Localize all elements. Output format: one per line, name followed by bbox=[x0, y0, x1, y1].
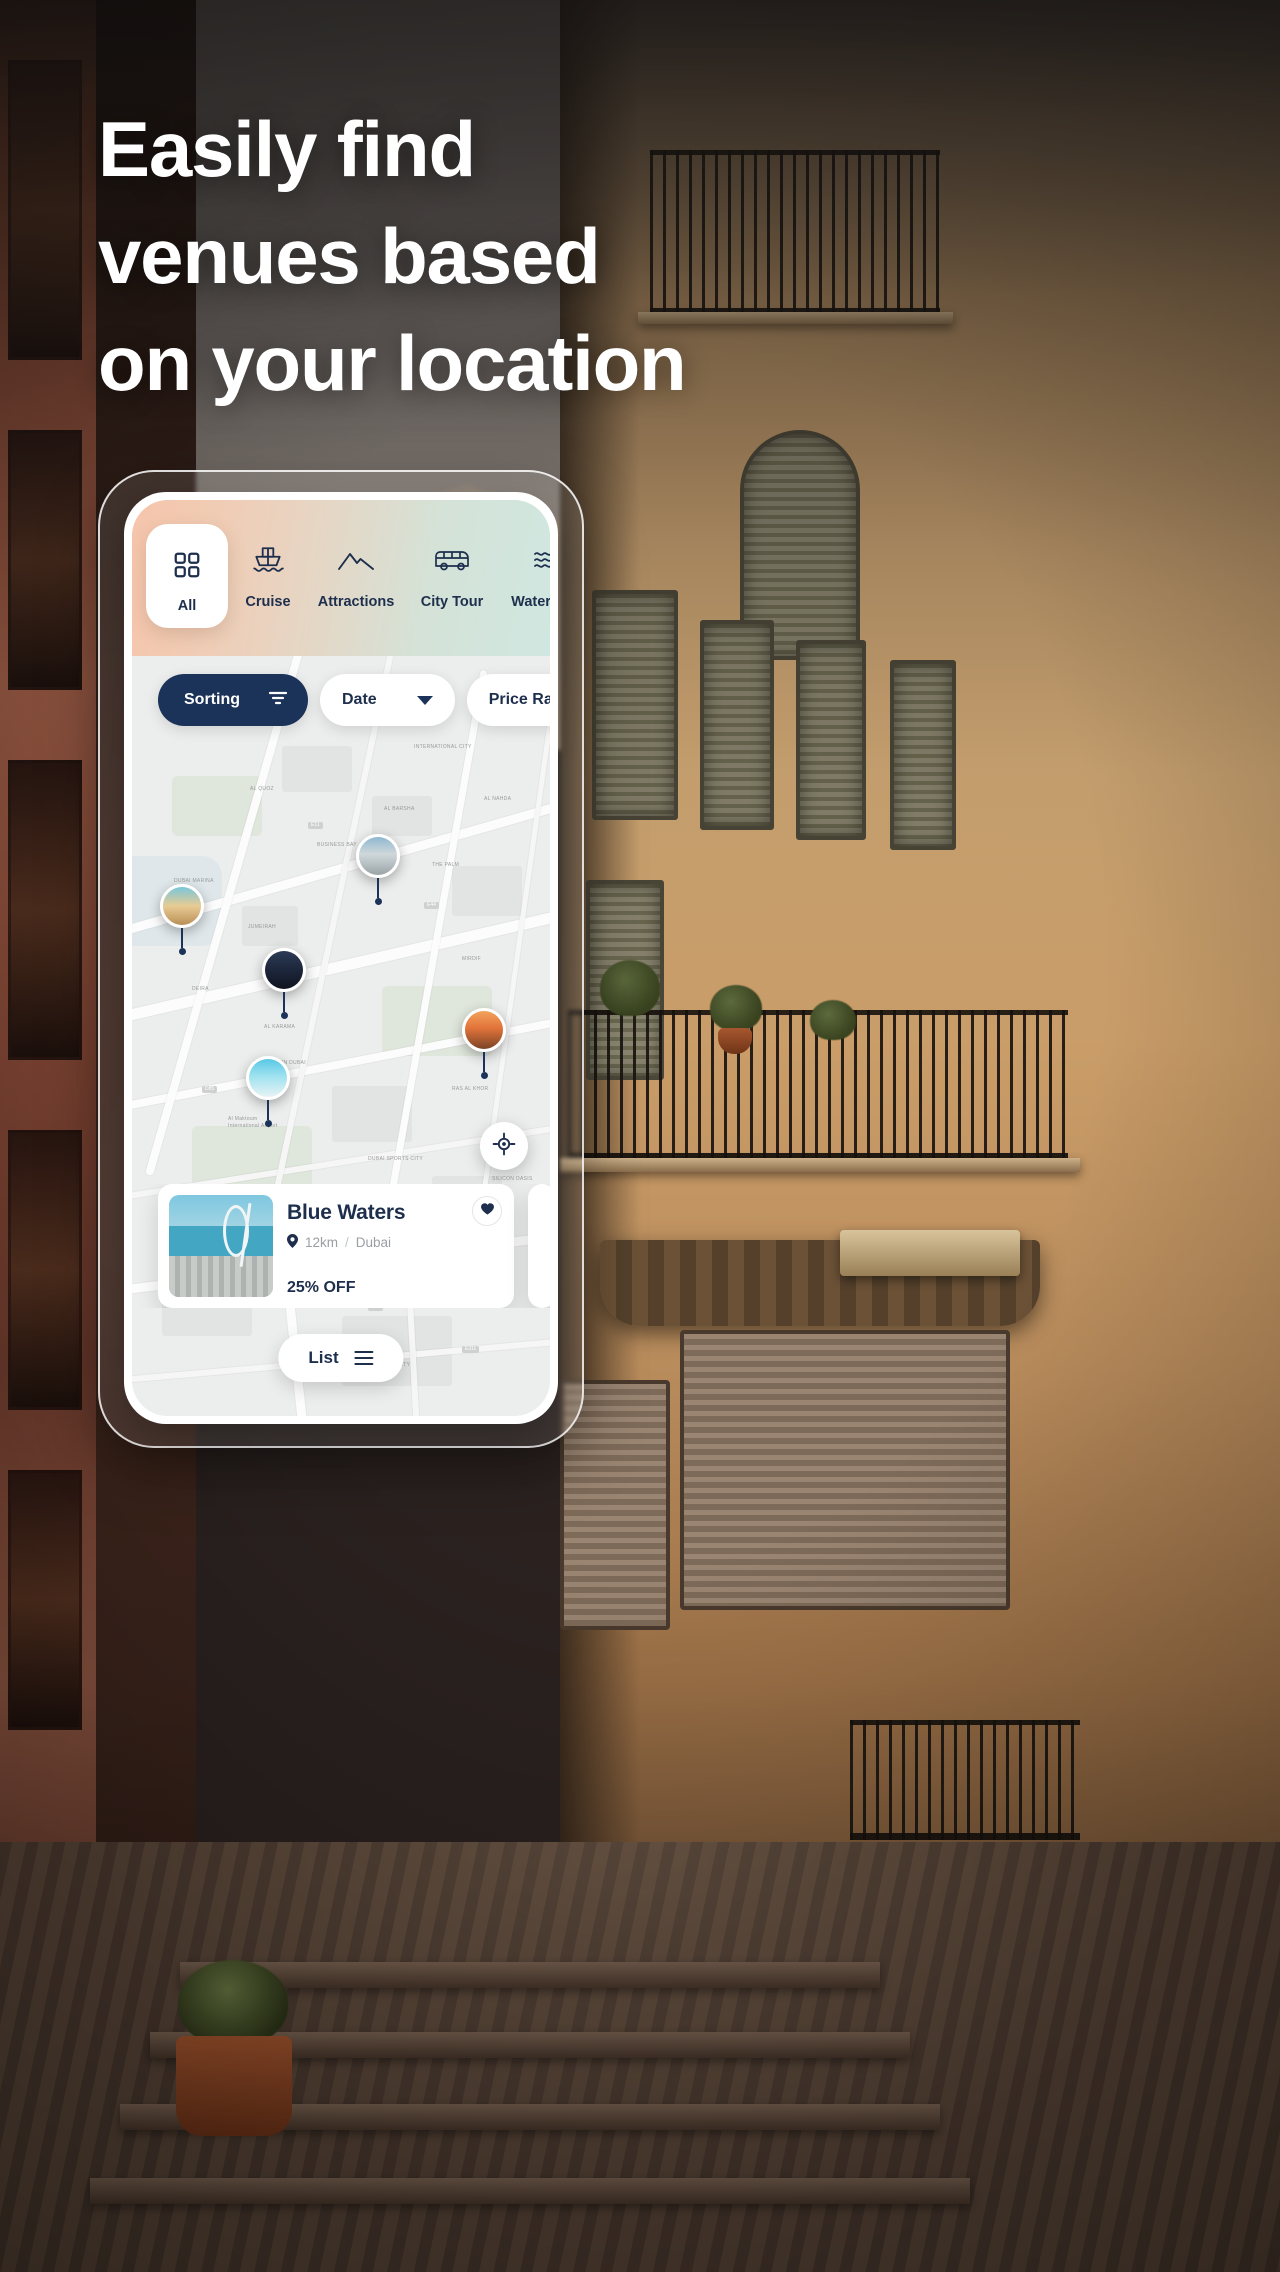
heart-icon bbox=[480, 1202, 494, 1220]
map-label: MIRDIF bbox=[462, 956, 482, 962]
pin-dot bbox=[178, 948, 186, 955]
filter-icon bbox=[268, 690, 288, 711]
screenshot-root: Easily find venues based on your locatio… bbox=[0, 0, 1280, 2272]
category-tab-all[interactable]: All bbox=[146, 524, 228, 628]
map-label: JUMEIRAH bbox=[248, 924, 276, 930]
filter-sorting[interactable]: Sorting bbox=[158, 674, 308, 726]
crosshair-icon bbox=[492, 1132, 516, 1161]
venue-card-rail[interactable]: Blue Waters 12km / Dubai 25% OFF bbox=[132, 1184, 550, 1308]
favorite-button[interactable] bbox=[472, 1196, 502, 1226]
map-pin-night[interactable] bbox=[262, 948, 306, 1019]
category-tab-bar: All Cruise Attractions City Tour Water bbox=[132, 500, 550, 656]
list-toggle-label: List bbox=[308, 1348, 339, 1367]
mountain-icon bbox=[337, 538, 375, 584]
filter-label: Sorting bbox=[184, 691, 240, 708]
venue-meta-separator: / bbox=[345, 1235, 349, 1250]
pin-stem bbox=[376, 878, 380, 898]
map-shield: E44 bbox=[424, 902, 439, 909]
map-label: AL QUOZ bbox=[250, 786, 274, 792]
venue-info: Blue Waters 12km / Dubai 25% OFF bbox=[287, 1195, 503, 1297]
category-label: All bbox=[177, 598, 197, 614]
venue-thumbnail bbox=[169, 1195, 273, 1297]
list-view-toggle[interactable]: List bbox=[278, 1334, 404, 1382]
pin-thumbnail bbox=[246, 1056, 290, 1100]
category-label: Attractions bbox=[317, 594, 395, 610]
pin-stem bbox=[482, 1052, 486, 1072]
bus-icon bbox=[433, 538, 471, 584]
pin-thumbnail bbox=[356, 834, 400, 878]
pin-stem bbox=[266, 1100, 270, 1120]
map-label: BUSINESS BAY bbox=[317, 842, 357, 848]
venue-meta: 12km / Dubai bbox=[287, 1234, 503, 1251]
map-label: RAS AL KHOR bbox=[452, 1086, 489, 1092]
category-tab-water-sport[interactable]: Water Sport bbox=[500, 524, 550, 622]
map-label: THE PALM bbox=[432, 862, 460, 868]
map-label: AL KARAMA bbox=[264, 1024, 296, 1030]
list-lines-icon bbox=[354, 1350, 374, 1366]
pin-thumbnail bbox=[462, 1008, 506, 1052]
location-pin-icon bbox=[287, 1234, 298, 1251]
map-pin-aqua[interactable] bbox=[246, 1056, 290, 1127]
category-label: Water Sport bbox=[511, 594, 550, 610]
map-label: AL BARSHA bbox=[384, 806, 415, 812]
map-label: AL NAHDA bbox=[484, 796, 512, 802]
map-label: SILICON OASIS bbox=[492, 1176, 533, 1182]
venue-city: Dubai bbox=[355, 1235, 392, 1250]
map-label: DEIRA bbox=[192, 986, 209, 992]
ship-icon bbox=[251, 538, 285, 584]
category-tab-cruise[interactable]: Cruise bbox=[228, 524, 308, 622]
venue-card[interactable]: Blue Waters 12km / Dubai 25% OFF bbox=[158, 1184, 514, 1308]
category-label: City Tour bbox=[420, 594, 484, 610]
venue-name: Blue Waters bbox=[287, 1201, 406, 1224]
page-title: Easily find venues based on your locatio… bbox=[98, 105, 687, 407]
filter-label: Price Range bbox=[488, 691, 550, 708]
map-pin-sunset[interactable] bbox=[462, 1008, 506, 1079]
pin-dot bbox=[264, 1120, 272, 1127]
pin-thumbnail bbox=[262, 948, 306, 992]
venue-discount: 25% OFF bbox=[287, 1279, 356, 1296]
map-shield: D85 bbox=[202, 1086, 218, 1093]
pin-dot bbox=[280, 1012, 288, 1019]
map-label: INTERNATIONAL CITY bbox=[414, 744, 472, 750]
category-label: Cruise bbox=[245, 594, 291, 610]
phone-screen: All Cruise Attractions City Tour Water I… bbox=[132, 500, 550, 1416]
map-label: DUBAI SPORTS CITY bbox=[368, 1156, 424, 1162]
pin-dot bbox=[374, 898, 382, 905]
venue-distance: 12km bbox=[305, 1235, 339, 1250]
locate-me-button[interactable] bbox=[480, 1122, 528, 1170]
filter-bar: Sorting Date Price Range bbox=[132, 674, 550, 726]
pin-stem bbox=[282, 992, 286, 1012]
map-shield: E11 bbox=[308, 822, 323, 829]
pin-thumbnail bbox=[160, 884, 204, 928]
category-tab-attractions[interactable]: Attractions bbox=[308, 524, 404, 622]
map-view[interactable]: INTERNATIONAL CITY AL QUOZ AL BARSHA BUS… bbox=[132, 656, 550, 1416]
filter-label: Date bbox=[342, 691, 377, 708]
filter-price-range[interactable]: Price Range bbox=[466, 674, 550, 726]
grid-icon bbox=[172, 542, 202, 588]
category-tab-city-tour[interactable]: City Tour bbox=[404, 524, 500, 622]
filter-date[interactable]: Date bbox=[320, 674, 455, 726]
waves-icon bbox=[533, 538, 550, 584]
phone-mockup: All Cruise Attractions City Tour Water I… bbox=[124, 492, 558, 1424]
chevron-down-icon bbox=[416, 695, 433, 705]
venue-card-next[interactable] bbox=[528, 1184, 550, 1308]
map-pin-beach[interactable] bbox=[160, 884, 204, 955]
pin-dot bbox=[480, 1072, 488, 1079]
pin-stem bbox=[180, 928, 184, 948]
map-pin-burj[interactable] bbox=[356, 834, 400, 905]
map-shield: E311 bbox=[462, 1346, 480, 1353]
